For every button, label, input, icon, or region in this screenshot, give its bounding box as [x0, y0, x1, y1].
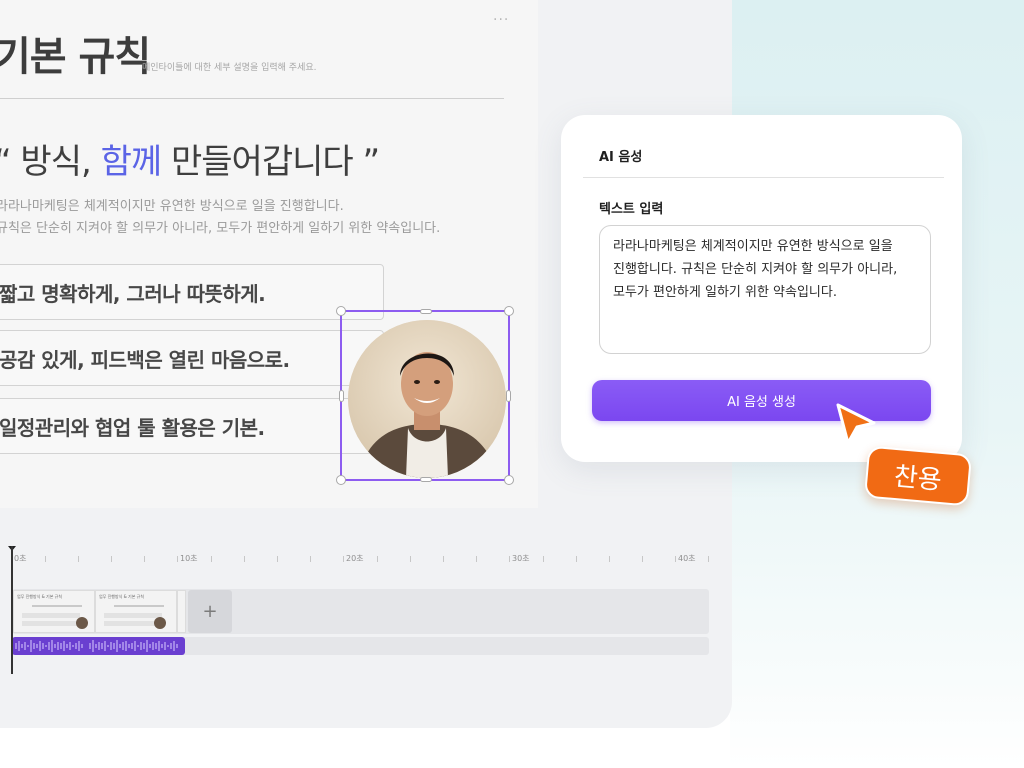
rule-box-2[interactable]: 공감 있게, 피드백은 열린 마음으로. — [0, 330, 384, 386]
ai-voice-card: AI 음성 텍스트 입력 라라나마케팅은 체계적이지만 유연한 방식으로 일을 … — [561, 115, 962, 462]
ruler-tick — [675, 556, 676, 562]
add-clip-button[interactable]: + — [188, 590, 232, 633]
slide-quote[interactable]: “ 방식, 함께 만들어갑니다 ” — [0, 134, 380, 183]
clip-thumbnail-box — [22, 621, 80, 626]
clip-thumbnail-title: 업무 진행방식 & 기본 규칙 — [17, 594, 63, 599]
ruler-label-10: 10초 — [180, 554, 198, 563]
ruler-label-40: 40초 — [678, 554, 696, 563]
avatar-selection-box[interactable] — [336, 306, 514, 485]
clip-thumbnail-title: 업무 진행방식 & 기본 규칙 — [99, 594, 145, 599]
resize-handle-right[interactable] — [506, 390, 511, 402]
resize-handle-left[interactable] — [339, 390, 344, 402]
slide-description-line-2[interactable]: 규칙은 단순히 지켜야 할 의무가 아니라, 모두가 편안하게 일하기 위한 약… — [0, 217, 440, 236]
more-options-icon[interactable]: ··· — [493, 12, 509, 28]
ruler-label-0: 0초 — [14, 554, 27, 563]
rule-box-3[interactable]: 일정관리와 협업 툴 활용은 기본. — [0, 398, 384, 454]
quote-prefix: “ 방식, — [0, 142, 92, 182]
ruler-tick — [343, 556, 344, 562]
generate-ai-voice-button[interactable]: AI 음성 생성 — [592, 380, 931, 421]
user-name-badge: 찬용 — [863, 445, 973, 507]
rule-box-1[interactable]: 짧고 명확하게, 그러나 따뜻하게. — [0, 264, 384, 320]
ruler-tick — [177, 556, 178, 562]
resize-handle-top-left[interactable] — [336, 306, 346, 316]
playhead-line[interactable] — [11, 546, 13, 674]
waveform-icon — [15, 640, 178, 652]
ruler-tick — [244, 556, 245, 562]
quote-accent-word: 함께 — [90, 142, 163, 182]
resize-handle-bottom[interactable] — [420, 477, 432, 482]
slide-description-line-1[interactable]: 라라나마케팅은 체계적이지만 유연한 방식으로 일을 진행합니다. — [0, 195, 344, 214]
ruler-tick — [642, 556, 643, 562]
ruler-tick — [708, 556, 709, 562]
ruler-tick — [443, 556, 444, 562]
quote-suffix: 만들어갑니다 ” — [161, 142, 380, 182]
mouse-cursor-icon — [836, 403, 876, 445]
text-input-field[interactable]: 라라나마케팅은 체계적이지만 유연한 방식으로 일을 진행합니다. 규칙은 단순… — [599, 225, 931, 354]
ruler-tick — [45, 556, 46, 562]
slide-title[interactable]: 기본 규칙 — [0, 24, 151, 82]
ruler-tick — [111, 556, 112, 562]
ruler-tick — [576, 556, 577, 562]
slide-title-description[interactable]: 메인타이틀에 대한 세부 설명을 입력해 주세요. — [142, 60, 317, 73]
ruler-tick — [310, 556, 311, 562]
clip-thumbnail-avatar — [154, 617, 166, 629]
ai-card-divider — [583, 177, 944, 178]
ruler-tick — [277, 556, 278, 562]
ruler-tick — [211, 556, 212, 562]
timeline-clip-1[interactable]: 업무 진행방식 & 기본 규칙 — [13, 590, 95, 633]
clip-thumbnail-box — [104, 613, 162, 618]
resize-handle-top-right[interactable] — [504, 306, 514, 316]
person-portrait-icon — [348, 320, 506, 478]
ruler-tick — [476, 556, 477, 562]
clip-thumbnail-line — [32, 605, 82, 607]
clip-thumbnail-line — [114, 605, 164, 607]
avatar-photo[interactable] — [348, 320, 506, 478]
timeline-clip-3[interactable] — [177, 590, 186, 633]
resize-handle-bottom-right[interactable] — [504, 475, 514, 485]
clip-thumbnail-avatar — [76, 617, 88, 629]
text-input-label: 텍스트 입력 — [599, 202, 664, 217]
ruler-tick — [377, 556, 378, 562]
ruler-tick — [410, 556, 411, 562]
ruler-label-30: 30초 — [512, 554, 530, 563]
ruler-tick — [609, 556, 610, 562]
ruler-tick — [144, 556, 145, 562]
ruler-label-20: 20초 — [346, 554, 364, 563]
resize-handle-bottom-left[interactable] — [336, 475, 346, 485]
ruler-tick — [78, 556, 79, 562]
resize-handle-top[interactable] — [420, 309, 432, 314]
ai-voice-title: AI 음성 — [599, 150, 643, 165]
clip-thumbnail-box — [22, 613, 80, 618]
slide-canvas[interactable]: ··· 기본 규칙 메인타이틀에 대한 세부 설명을 입력해 주세요. “ 방식… — [0, 0, 538, 508]
timeline-clip-2[interactable]: 업무 진행방식 & 기본 규칙 — [95, 590, 177, 633]
ruler-tick — [509, 556, 510, 562]
slide-divider — [0, 98, 504, 99]
audio-clip[interactable] — [12, 637, 185, 655]
timeline: 0초 10초 20초 30초 40초 업무 진행방식 & 기본 규칙 업무 진행… — [0, 540, 720, 680]
ruler-tick — [543, 556, 544, 562]
